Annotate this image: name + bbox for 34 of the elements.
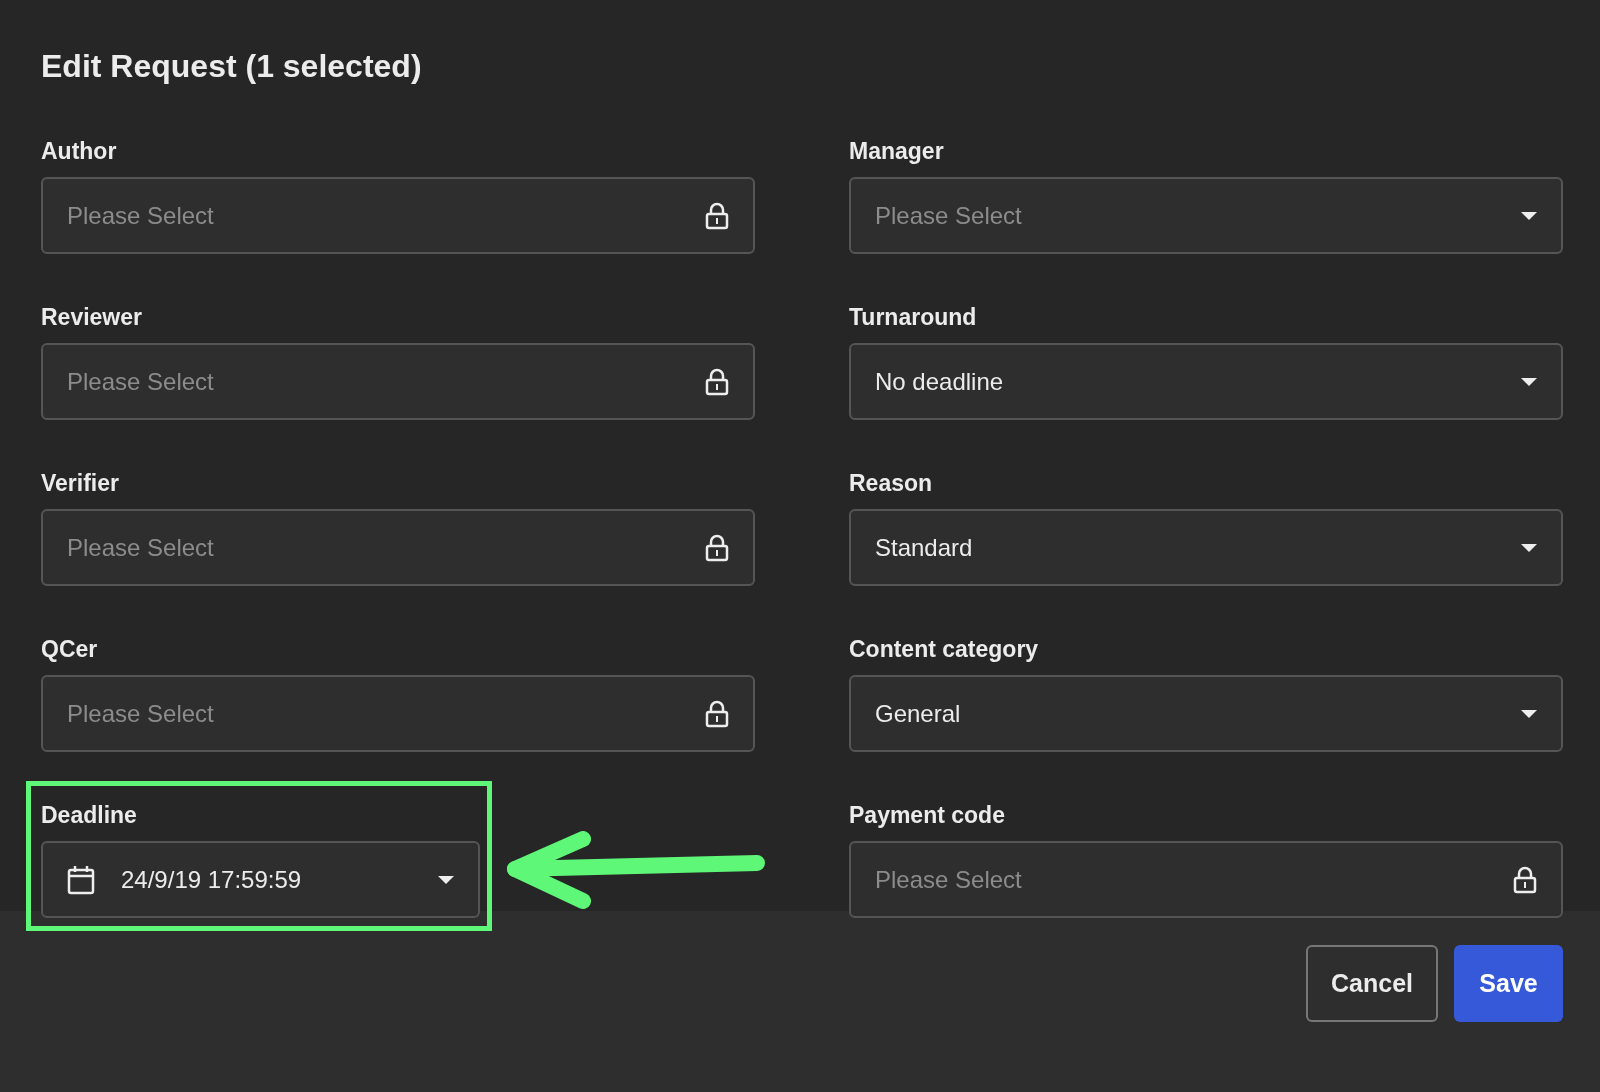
select-field[interactable]: Please Select [849, 177, 1563, 254]
locked-field[interactable]: Please Select [41, 675, 755, 752]
field-label: Author [41, 137, 117, 166]
field-label: Content category [849, 635, 1039, 664]
caret-icon [438, 875, 454, 884]
select-field[interactable]: Standard [849, 509, 1563, 586]
caret-icon [1521, 543, 1537, 552]
locked-field[interactable]: Please Select [41, 177, 755, 254]
dialog-title: Edit Request (1 selected) [41, 47, 423, 86]
lock-icon [1513, 865, 1537, 894]
locked-field[interactable]: Please Select [41, 343, 755, 420]
date-picker[interactable]: 24/9/19 17:59:59 [41, 841, 480, 918]
caret-icon [1521, 211, 1537, 220]
field-label: Verifier [41, 469, 119, 498]
field-label: Reason [849, 469, 933, 498]
caret-icon [1521, 709, 1537, 718]
field-label: Reviewer [41, 303, 142, 332]
field-label: Deadline [41, 801, 137, 830]
lock-icon [705, 533, 729, 562]
lock-icon [705, 699, 729, 728]
lock-icon [705, 367, 729, 396]
locked-field[interactable]: Please Select [41, 509, 755, 586]
field-label: Turnaround [849, 303, 977, 332]
caret-icon [1521, 377, 1537, 386]
field-label: Payment code [849, 801, 1005, 830]
field-label: QCer [41, 635, 98, 664]
select-field[interactable]: No deadline [849, 343, 1563, 420]
lock-icon [705, 201, 729, 230]
locked-field[interactable]: Please Select [849, 841, 1563, 918]
calendar-icon [67, 864, 95, 895]
select-field[interactable]: General [849, 675, 1563, 752]
cancel-button[interactable]: Cancel [1306, 945, 1438, 1022]
field-label: Manager [849, 137, 944, 166]
save-button[interactable]: Save [1454, 945, 1563, 1022]
